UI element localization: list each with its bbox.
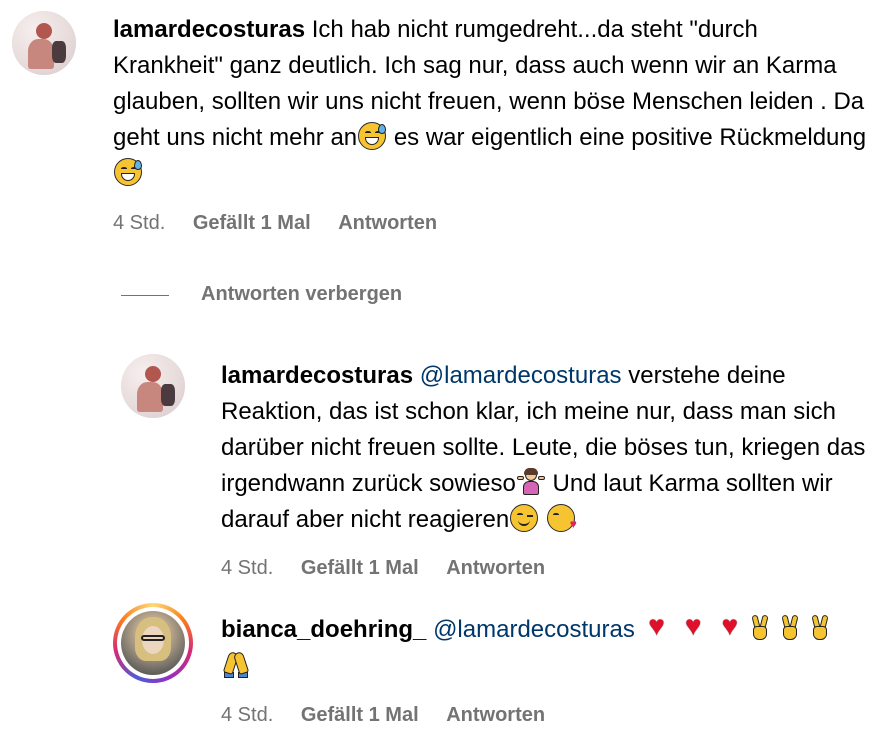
reply-button[interactable]: Antworten — [446, 557, 545, 579]
avatar[interactable] — [12, 11, 76, 75]
avatar — [121, 611, 185, 675]
comment-timestamp: 4 Std. — [113, 212, 166, 234]
victory-hand-icon — [806, 614, 834, 642]
red-heart-icon — [679, 612, 707, 642]
avatar[interactable] — [121, 354, 185, 418]
reply-button[interactable]: Antworten — [446, 704, 545, 726]
story-ring-avatar[interactable] — [113, 603, 193, 683]
reply-meta: 4 Std. Gefällt 1 Mal Antworten — [221, 557, 567, 580]
likes-count-button[interactable]: Gefällt 1 Mal — [193, 212, 311, 234]
hide-replies-button[interactable]: Antworten verbergen — [201, 283, 402, 306]
reply-body: lamardecosturas @lamardecosturas versteh… — [221, 358, 871, 538]
red-heart-icon — [716, 612, 744, 642]
mention-link[interactable]: @lamardecosturas — [433, 616, 635, 643]
red-heart-icon — [643, 612, 671, 642]
likes-count-button[interactable]: Gefällt 1 Mal — [301, 704, 419, 726]
mention-link[interactable]: @lamardecosturas — [420, 362, 622, 389]
victory-hand-icon — [746, 614, 774, 642]
winking-face-icon — [510, 504, 539, 532]
comment-text-continued: es war eigentlich eine positive Rückmeld… — [387, 124, 867, 151]
grinning-sweat-face-icon — [114, 158, 142, 186]
reply-username[interactable]: bianca_doehring_ — [221, 616, 426, 643]
folded-hands-icon — [222, 650, 250, 678]
reply-timestamp: 4 Std. — [221, 557, 274, 579]
reply-body: bianca_doehring_ @lamardecosturas — [221, 612, 881, 684]
comment-meta: 4 Std. Gefällt 1 Mal Antworten — [113, 212, 459, 235]
hide-replies-divider — [121, 295, 169, 296]
likes-count-button[interactable]: Gefällt 1 Mal — [301, 557, 419, 579]
grinning-sweat-face-icon — [358, 122, 387, 150]
reply-button[interactable]: Antworten — [338, 212, 437, 234]
reply-timestamp: 4 Std. — [221, 704, 274, 726]
reply-meta: 4 Std. Gefällt 1 Mal Antworten — [221, 704, 567, 727]
victory-hand-icon — [776, 614, 804, 642]
person-shrugging-icon — [516, 468, 545, 496]
comment-username[interactable]: lamardecosturas — [113, 16, 305, 43]
comment-body: lamardecosturas Ich hab nicht rumgedreht… — [113, 12, 873, 192]
reply-username[interactable]: lamardecosturas — [221, 362, 413, 389]
face-blowing-kiss-icon: ♥ — [546, 504, 577, 532]
